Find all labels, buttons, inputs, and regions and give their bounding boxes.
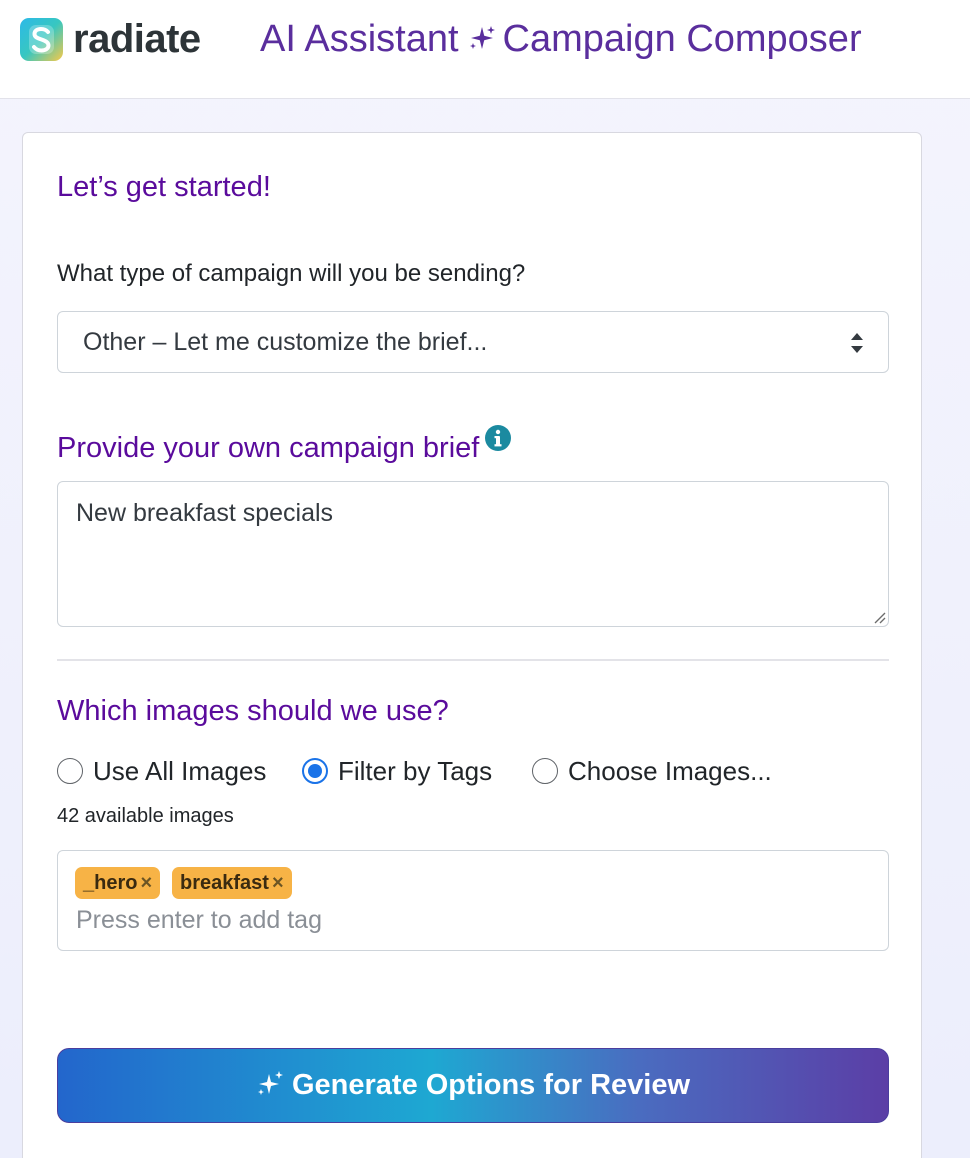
tag-chip: breakfast × <box>172 867 292 899</box>
section-divider <box>57 659 889 661</box>
select-arrows-icon <box>851 333 863 353</box>
tag-label: _hero <box>83 872 138 894</box>
radio-use-all-images-circle[interactable] <box>57 758 83 784</box>
brief-heading: Provide your own campaign brief <box>57 425 512 466</box>
brief-textarea-value: New breakfast specials <box>76 499 334 527</box>
radio-filter-by-tags-circle[interactable] <box>302 758 328 784</box>
brief-textarea[interactable]: New breakfast specials <box>57 481 889 627</box>
radio-use-all-images[interactable]: Use All Images <box>57 755 287 787</box>
app-header: radiate AI Assistant Campaign Composer <box>0 0 970 99</box>
title-campaign-composer: Campaign Composer <box>502 18 862 60</box>
radio-use-all-images-label[interactable]: Use All Images <box>93 755 266 787</box>
info-icon[interactable] <box>485 425 512 451</box>
radio-filter-by-tags[interactable]: Filter by Tags <box>302 755 522 787</box>
radiate-logo-icon[interactable] <box>20 18 63 61</box>
radio-choose-images-label[interactable]: Choose Images... <box>568 755 772 787</box>
images-heading: Which images should we use? <box>57 695 449 727</box>
generate-options-label[interactable]: Generate Options for Review <box>292 1069 690 1101</box>
tag-input-placeholder[interactable]: Press enter to add tag <box>76 905 322 935</box>
radio-choose-images-circle[interactable] <box>532 758 558 784</box>
title-ai-assistant: AI Assistant <box>260 18 459 60</box>
generate-options-button[interactable]: Generate Options for Review <box>57 1048 889 1123</box>
tag-input[interactable]: _hero × breakfast × Press enter to add tag <box>57 850 889 951</box>
tag-chip: _hero × <box>75 867 161 899</box>
campaign-form-card: Let’s get started! What type of campaign… <box>22 132 922 1158</box>
radio-choose-images[interactable]: Choose Images... <box>532 755 782 787</box>
tag-remove-icon[interactable]: × <box>272 867 284 899</box>
campaign-type-selected-value: Other – Let me customize the brief... <box>83 328 488 356</box>
sparkle-icon <box>257 1071 283 1095</box>
available-images-count: 42 available images <box>57 805 234 827</box>
brief-heading-text: Provide your own campaign brief <box>57 432 480 464</box>
page-title: AI Assistant Campaign Composer <box>260 15 862 63</box>
tag-label: breakfast <box>180 872 269 894</box>
campaign-type-label: What type of campaign will you be sendin… <box>57 260 526 287</box>
campaign-type-select[interactable]: Other – Let me customize the brief... <box>57 311 889 373</box>
brand-name: radiate <box>73 17 201 61</box>
radio-filter-by-tags-label[interactable]: Filter by Tags <box>338 755 492 787</box>
tag-remove-icon[interactable]: × <box>140 867 152 899</box>
sparkle-icon <box>469 26 495 49</box>
form-heading: Let’s get started! <box>57 171 271 203</box>
resize-handle-icon[interactable] <box>872 610 886 624</box>
